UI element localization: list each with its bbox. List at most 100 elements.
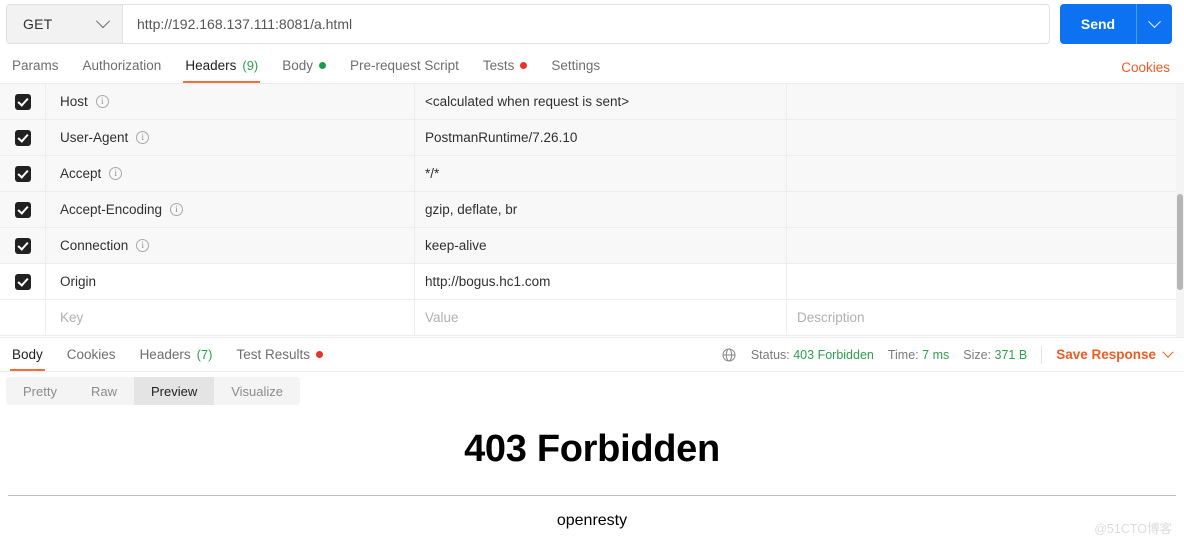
tab-count-badge: (9) [242, 58, 259, 73]
table-row[interactable]: Connection i keep-alive [0, 228, 1184, 264]
header-description-cell[interactable] [787, 192, 1184, 227]
save-response-button[interactable]: Save Response [1056, 346, 1174, 362]
response-tab-body[interactable]: Body [0, 338, 55, 371]
chevron-down-icon [1162, 346, 1174, 358]
header-value-cell[interactable]: */* [415, 156, 787, 191]
chevron-down-icon [95, 14, 111, 29]
row-checkbox[interactable] [14, 93, 31, 110]
row-checkbox[interactable] [14, 129, 31, 146]
header-description-cell[interactable] [787, 84, 1184, 119]
url-input[interactable]: http://192.168.137.111:8081/a.html [123, 5, 1049, 43]
new-header-key-input[interactable]: Key [46, 300, 415, 335]
header-key-cell[interactable]: User-Agent i [46, 120, 415, 155]
row-checkbox[interactable] [14, 165, 31, 182]
send-button-group: Send [1060, 4, 1172, 44]
tab-settings[interactable]: Settings [539, 48, 612, 83]
request-bar: GET http://192.168.137.111:8081/a.html S… [0, 0, 1184, 48]
header-key-cell[interactable]: Origin [46, 264, 415, 299]
preview-divider [8, 495, 1176, 496]
response-tab-headers[interactable]: Headers (7) [128, 338, 225, 371]
tab-params[interactable]: Params [0, 48, 71, 83]
new-header-value-input[interactable]: Value [415, 300, 787, 335]
send-options-button[interactable] [1136, 4, 1172, 44]
tests-status-dot-icon [520, 62, 528, 69]
new-header-description-input[interactable]: Description [787, 300, 1184, 335]
info-icon[interactable]: i [109, 167, 123, 180]
time-block: Time: 7 ms [888, 348, 949, 362]
header-description-cell[interactable] [787, 120, 1184, 155]
response-meta: Status: 403 Forbidden Time: 7 ms Size: 3… [721, 345, 1174, 364]
header-description-cell[interactable] [787, 264, 1184, 299]
row-checkbox-cell [0, 156, 46, 191]
request-tabs: Params Authorization Headers (9) Body Pr… [0, 48, 1184, 84]
row-checkbox-cell [0, 228, 46, 263]
tab-label: Headers [139, 347, 191, 362]
tab-count-badge: (7) [196, 347, 213, 362]
status-block: Status: 403 Forbidden [751, 348, 874, 362]
row-checkbox-cell [0, 300, 46, 335]
row-checkbox-cell [0, 120, 46, 155]
header-value-cell[interactable]: PostmanRuntime/7.26.10 [415, 120, 787, 155]
view-tab-raw[interactable]: Raw [74, 377, 134, 405]
size-value: 371 B [994, 347, 1028, 362]
row-checkbox[interactable] [14, 273, 31, 290]
time-label: Time: [887, 347, 919, 362]
table-row[interactable]: Origin http://bogus.hc1.com [0, 264, 1184, 300]
header-key-cell[interactable]: Accept i [46, 156, 415, 191]
tab-headers[interactable]: Headers (9) [173, 48, 270, 83]
table-row[interactable]: Accept i */* [0, 156, 1184, 192]
tab-tests[interactable]: Tests [471, 48, 540, 83]
info-icon[interactable]: i [170, 203, 184, 216]
status-label: Status: [750, 347, 790, 362]
headers-scrollbar-thumb[interactable] [1177, 194, 1183, 290]
header-key-cell[interactable]: Connection i [46, 228, 415, 263]
row-checkbox-cell [0, 264, 46, 299]
header-value-cell[interactable]: http://bogus.hc1.com [415, 264, 787, 299]
row-checkbox-cell [0, 84, 46, 119]
response-view-bar: Pretty Raw Preview Visualize [0, 372, 1184, 410]
response-preview-pane: 403 Forbidden openresty @51CTO博客 [0, 410, 1184, 543]
cookies-link[interactable]: Cookies [1121, 60, 1170, 83]
info-icon[interactable]: i [136, 131, 150, 144]
header-value-cell[interactable]: keep-alive [415, 228, 787, 263]
header-key-cell[interactable]: Accept-Encoding i [46, 192, 415, 227]
http-method-select[interactable]: GET [7, 5, 123, 43]
tab-body[interactable]: Body [270, 48, 338, 83]
tab-pre-request-script[interactable]: Pre-request Script [338, 48, 471, 83]
watermark: @51CTO博客 [1094, 522, 1172, 536]
view-tab-preview[interactable]: Preview [133, 377, 215, 405]
headers-table: Host i <calculated when request is sent>… [0, 84, 1184, 338]
header-key-text: Origin [60, 274, 97, 289]
send-button[interactable]: Send [1060, 4, 1136, 44]
response-tab-test-results[interactable]: Test Results [224, 338, 335, 371]
header-key-text: Host [60, 94, 88, 109]
table-row[interactable]: User-Agent i PostmanRuntime/7.26.10 [0, 120, 1184, 156]
server-signature: openresty [556, 512, 628, 529]
table-row-empty[interactable]: Key Value Description [0, 300, 1184, 336]
response-tab-cookies[interactable]: Cookies [55, 338, 128, 371]
row-checkbox[interactable] [14, 201, 31, 218]
info-icon[interactable]: i [95, 95, 109, 108]
header-description-cell[interactable] [787, 228, 1184, 263]
method-url-group: GET http://192.168.137.111:8081/a.html [6, 4, 1050, 44]
tab-label: Tests [482, 58, 515, 73]
view-tab-visualize[interactable]: Visualize [214, 377, 300, 405]
tab-label: Body [282, 58, 314, 73]
tab-label: Settings [551, 58, 601, 73]
table-row[interactable]: Accept-Encoding i gzip, deflate, br [0, 192, 1184, 228]
header-key-cell[interactable]: Host i [46, 84, 415, 119]
header-key-text: Accept [60, 166, 102, 181]
tab-label: Pre-request Script [350, 58, 459, 73]
error-title: 403 Forbidden [464, 428, 720, 470]
row-checkbox[interactable] [14, 237, 31, 254]
tab-label: Authorization [82, 58, 162, 73]
header-description-cell[interactable] [787, 156, 1184, 191]
info-icon[interactable]: i [136, 239, 150, 252]
header-value-cell[interactable]: <calculated when request is sent> [415, 84, 787, 119]
globe-icon [721, 347, 737, 363]
table-row[interactable]: Host i <calculated when request is sent> [0, 84, 1184, 120]
view-tab-pretty[interactable]: Pretty [6, 377, 74, 405]
header-value-cell[interactable]: gzip, deflate, br [415, 192, 787, 227]
tab-authorization[interactable]: Authorization [71, 48, 174, 83]
tab-label: Cookies [66, 347, 116, 362]
